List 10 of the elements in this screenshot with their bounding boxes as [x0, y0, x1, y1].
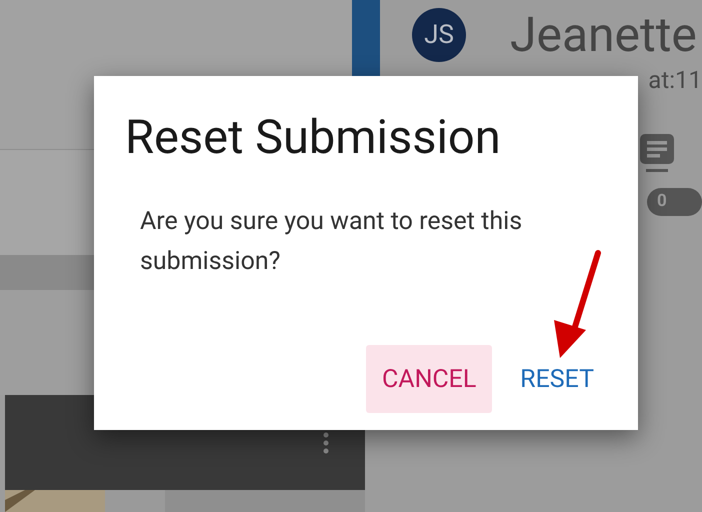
dialog-title: Reset Submission — [125, 110, 502, 166]
comment-count: 0 — [647, 188, 702, 216]
cancel-button[interactable]: CANCEL — [366, 345, 492, 413]
reset-button[interactable]: RESET — [514, 362, 600, 396]
user-name: Jeanette — [510, 11, 697, 59]
submitted-time: at:11 — [648, 65, 702, 96]
user-avatar: JS — [412, 8, 466, 62]
more-icon[interactable] — [323, 432, 329, 454]
comment-icon[interactable] — [638, 134, 676, 174]
dialog-message: Are you sure you want to reset this submission? — [140, 206, 524, 278]
